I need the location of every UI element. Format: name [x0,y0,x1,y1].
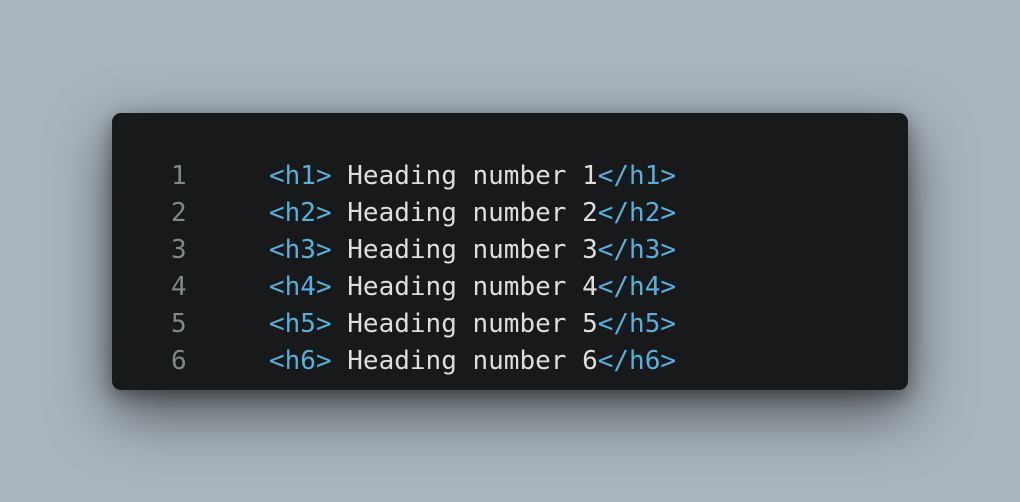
heading-text: Heading number 3 [331,234,598,265]
line-number: 5 [171,308,187,339]
code-content: <h6> Heading number 6</h6> [269,346,676,376]
code-content: <h3> Heading number 3</h3> [269,235,676,265]
line-number: 1 [171,160,187,191]
code-line: 4 <h4> Heading number 4</h4> [112,268,908,305]
code-line: 2 <h2> Heading number 2</h2> [112,194,908,231]
code-content: <h4> Heading number 4</h4> [269,272,676,302]
opening-tag: <h6> [269,345,332,376]
opening-tag: <h3> [269,234,332,265]
heading-text: Heading number 5 [331,308,598,339]
code-content: <h5> Heading number 5</h5> [269,309,676,339]
opening-tag: <h2> [269,197,332,228]
line-number: 6 [171,345,187,376]
closing-tag: </h5> [597,308,677,339]
line-number: 2 [171,197,187,228]
closing-tag: </h4> [597,271,677,302]
code-editor: 1 <h1> Heading number 1</h1> 2 <h2> Head… [112,113,908,390]
code-line: 6 <h6> Heading number 6</h6> [112,342,908,379]
opening-tag: <h5> [269,308,332,339]
code-line: 1 <h1> Heading number 1</h1> [112,157,908,194]
line-number: 4 [171,271,187,302]
heading-text: Heading number 4 [331,271,598,302]
code-content: <h2> Heading number 2</h2> [269,198,676,228]
opening-tag: <h1> [269,160,332,191]
code-line: 3 <h3> Heading number 3</h3> [112,231,908,268]
closing-tag: </h1> [597,160,677,191]
closing-tag: </h6> [597,345,677,376]
code-content: <h1> Heading number 1</h1> [269,161,676,191]
line-number: 3 [171,234,187,265]
code-line: 5 <h5> Heading number 5</h5> [112,305,908,342]
heading-text: Heading number 6 [331,345,598,376]
heading-text: Heading number 2 [331,197,598,228]
heading-text: Heading number 1 [331,160,598,191]
closing-tag: </h2> [597,197,677,228]
closing-tag: </h3> [597,234,677,265]
opening-tag: <h4> [269,271,332,302]
